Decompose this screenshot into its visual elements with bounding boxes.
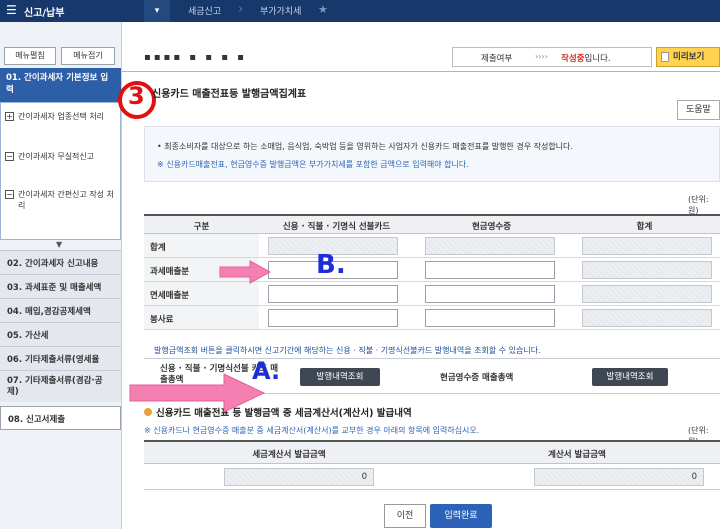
invoice-amount-field: 0	[534, 468, 704, 486]
minus-icon: −	[5, 190, 14, 199]
section-title: 신용카드 매출전표등 발행금액집계표	[152, 89, 307, 100]
complete-button[interactable]: 입력완료	[430, 504, 492, 528]
sidebar-item-04[interactable]: 04. 매입,경감공제세액	[0, 298, 121, 322]
sidebar-item-07[interactable]: 07. 기타제출서류(경감·공제)	[0, 370, 121, 402]
total-sum-field	[582, 237, 712, 255]
info-line: • 최종소비자를 대상으로 하는 소매업, 음식업, 숙박업 등을 영위하는 사…	[157, 142, 573, 151]
breadcrumb-tax-filing[interactable]: 세금신고	[188, 4, 221, 17]
table-row: 면세매출분	[144, 282, 720, 306]
star-icon[interactable]: ★	[318, 3, 328, 16]
cash-total-label: 현금영수증 매출총액	[440, 373, 514, 383]
inquiry-note: 발행금액조회 버튼을 클릭하시면 신고기간에 해당하는 신용 · 직불 · 기명…	[154, 346, 541, 355]
section2-note: ※ 신용카드나 현금영수증 매출분 중 세금계산서(계산서)를 교부한 경우 아…	[144, 426, 480, 435]
exempt-sum-field	[582, 285, 712, 303]
taxable-cash-input[interactable]	[425, 261, 555, 279]
service-cash-input[interactable]	[425, 309, 555, 327]
table-header: 세금계산서 발급금액 계산서 발급금액	[144, 440, 720, 464]
exempt-card-input[interactable]	[268, 285, 398, 303]
preview-button[interactable]: 미리보기	[656, 47, 720, 67]
collapse-all-button[interactable]: 메뉴접기	[61, 47, 115, 65]
service-sum-field	[582, 309, 712, 327]
arrow-right-icon	[219, 260, 272, 284]
document-icon	[661, 52, 669, 62]
info-note: ※ 신용카드매출전표, 현금영수증 발행금액은 부가가치세를 포함한 금액으로 …	[157, 160, 469, 169]
table-row: 0 0	[144, 464, 720, 490]
expand-all-button[interactable]: 메뉴펼침	[4, 47, 56, 65]
breadcrumb-vat[interactable]: 부가가치세	[260, 4, 301, 17]
total-cash-field	[425, 237, 555, 255]
card-inquiry-button[interactable]: 발행내역조회	[300, 368, 380, 386]
tax-invoice-amount-field: 0	[224, 468, 374, 486]
exempt-cash-input[interactable]	[425, 285, 555, 303]
menu-icon[interactable]: ☰	[6, 3, 17, 17]
minus-icon: −	[5, 152, 14, 161]
help-button[interactable]: 도움말	[677, 100, 720, 120]
arrow-right-icon	[129, 373, 266, 413]
sidebar-item-08[interactable]: 08. 신고서제출	[0, 406, 121, 430]
cash-inquiry-button[interactable]: 발행내역조회	[592, 368, 668, 386]
sidebar-submenu: + 간이과세자 업종선택 처리 − 간이과세자 무실적신고 − 간이과세자 간편…	[0, 102, 121, 240]
sidebar: 메뉴펼침 메뉴접기 01. 간이과세자 기본정보 입력 + 간이과세자 업종선택…	[0, 22, 122, 529]
table-row: 합계	[144, 234, 720, 258]
info-box: • 최종소비자를 대상으로 하는 소매업, 음식업, 숙박업 등을 영위하는 사…	[144, 126, 720, 182]
taxable-sum-field	[582, 261, 712, 279]
unit-label: (단위: 원)	[688, 195, 709, 215]
sidebar-item-02[interactable]: 02. 간이과세자 신고내용	[0, 250, 121, 274]
top-title: 신고/납부	[24, 8, 65, 19]
table-header: 구분 신용 · 직불 · 기명식 선불카드 현금영수증 합계	[144, 214, 720, 234]
top-bar: ☰ 신고/납부 ▾ 세금신고 › 부가가치세 ★	[0, 0, 720, 22]
sidebar-item-05[interactable]: 05. 가산세	[0, 322, 121, 346]
main-content: ▪▪▪▪ ▪ ▪ ▪ ▪ 제출여부 ›››› 작성중입니다. 미리보기 3 신용…	[118, 22, 720, 529]
chevron-down-icon[interactable]: ▾	[144, 0, 170, 22]
blurred-taxpayer-info: ▪▪▪▪ ▪ ▪ ▪ ▪	[144, 52, 247, 63]
service-card-input[interactable]	[268, 309, 398, 327]
caret-down-icon: ▼	[56, 240, 63, 249]
plus-icon: +	[5, 112, 14, 121]
annotation-label-b: B.	[316, 250, 346, 280]
breadcrumb-separator-icon: ›	[238, 2, 244, 17]
sidebar-item-03[interactable]: 03. 과세표준 및 매출세액	[0, 274, 121, 298]
step-marker-number: 3	[128, 82, 145, 110]
sidebar-item-06[interactable]: 06. 기타제출서류(영세율	[0, 346, 121, 370]
prev-button[interactable]: 이전	[384, 504, 426, 528]
table-row: 봉사료	[144, 306, 720, 330]
sidebar-item-basic-info[interactable]: 01. 간이과세자 기본정보 입력	[0, 68, 121, 102]
divider	[122, 71, 720, 72]
submission-status: 제출여부 ›››› 작성중입니다.	[452, 47, 652, 67]
